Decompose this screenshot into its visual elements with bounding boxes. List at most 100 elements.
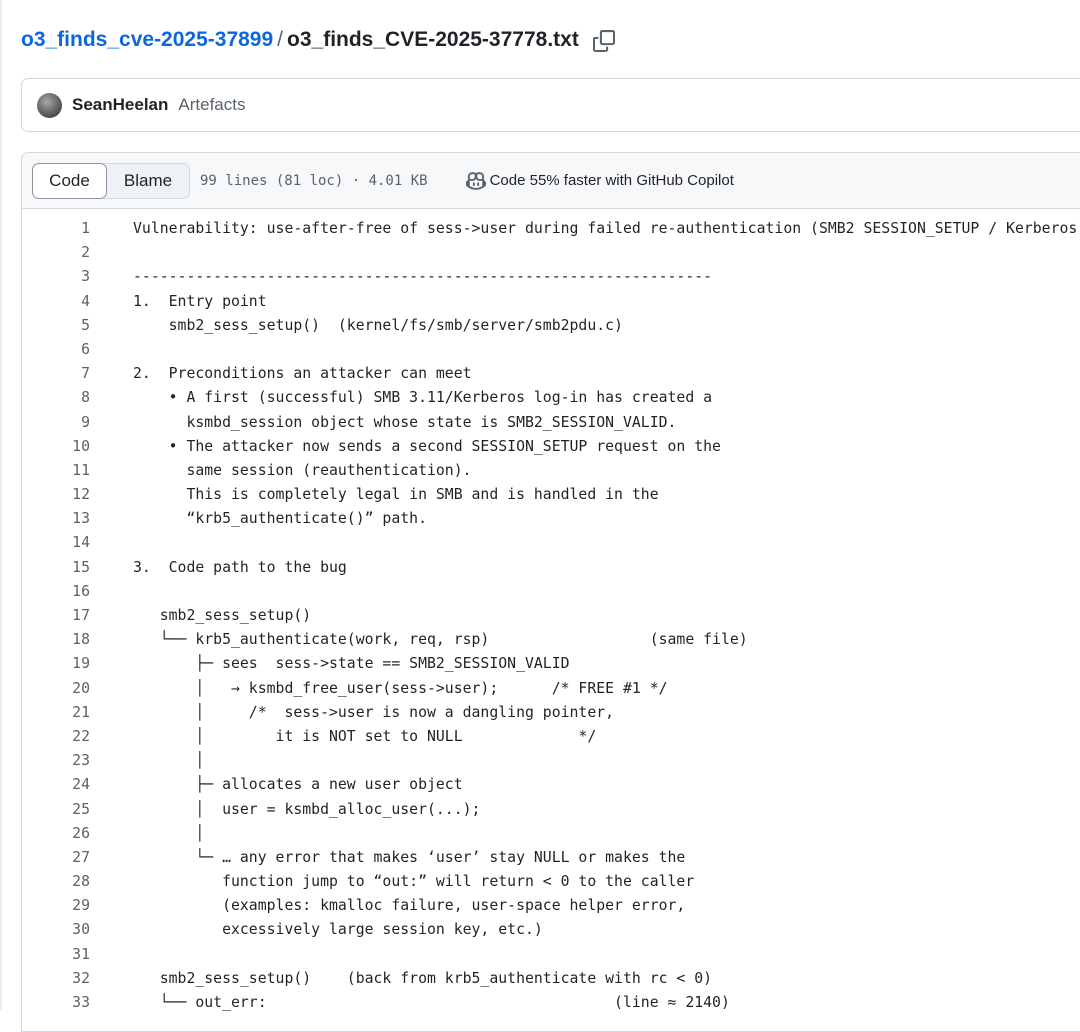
line-text: smb2_sess_setup() (kernel/fs/smb/server/… bbox=[133, 316, 623, 334]
code-line: 22 │ it is NOT set to NULL */ bbox=[22, 725, 1080, 749]
line-text: ├─ sees sess->state == SMB2_SESSION_VALI… bbox=[133, 655, 570, 673]
line-text: └─ … any error that makes ‘user’ stay NU… bbox=[133, 848, 686, 866]
code-line: 7 2. Preconditions an attacker can meet bbox=[22, 362, 1080, 386]
code-line: 6 bbox=[22, 338, 1080, 362]
copy-icon[interactable] bbox=[592, 30, 615, 52]
line-text bbox=[90, 943, 133, 967]
line-number[interactable]: 20 bbox=[22, 677, 90, 701]
code-listing: 1 Vulnerability: use-after-free of sess->… bbox=[22, 217, 1080, 1015]
code-line: 5 smb2_sess_setup() (kernel/fs/smb/serve… bbox=[22, 314, 1080, 338]
code-line: 28 function jump to “out:” will return <… bbox=[22, 870, 1080, 894]
page-left-border bbox=[0, 0, 2, 1011]
line-number[interactable]: 19 bbox=[22, 652, 90, 676]
code-line: 33 └── out_err: (line ≈ 2140) bbox=[22, 991, 1080, 1015]
line-text: │ /* sess->user is now a dangling pointe… bbox=[133, 703, 615, 721]
code-line: 15 3. Code path to the bug bbox=[22, 556, 1080, 580]
line-number[interactable]: 5 bbox=[22, 314, 90, 338]
code-line: 14 bbox=[22, 531, 1080, 555]
line-text: • The attacker now sends a second SESSIO… bbox=[133, 437, 721, 455]
copilot-icon bbox=[465, 171, 486, 190]
code-line: 1 Vulnerability: use-after-free of sess->… bbox=[22, 217, 1080, 241]
line-text: Vulnerability: use-after-free of sess->u… bbox=[133, 220, 1080, 237]
line-text: ----------------------------------------… bbox=[133, 268, 713, 286]
code-line: 11 same session (reauthentication). bbox=[22, 459, 1080, 483]
line-text bbox=[90, 531, 133, 555]
line-text: │ bbox=[133, 824, 205, 842]
line-number[interactable]: 3 bbox=[22, 265, 90, 289]
code-line: 23 │ bbox=[22, 749, 1080, 773]
line-number[interactable]: 24 bbox=[22, 773, 90, 797]
code-line: 17 smb2_sess_setup() bbox=[22, 604, 1080, 628]
copilot-promo-text: Code 55% faster with GitHub Copilot bbox=[489, 172, 734, 189]
line-number[interactable]: 21 bbox=[22, 701, 90, 725]
line-text: This is completely legal in SMB and is h… bbox=[133, 486, 659, 504]
line-number[interactable]: 25 bbox=[22, 798, 90, 822]
code-line: 2 bbox=[22, 241, 1080, 265]
line-text: └── out_err: (line ≈ 2140) bbox=[133, 994, 730, 1011]
line-number[interactable]: 8 bbox=[22, 386, 90, 410]
line-number[interactable]: 9 bbox=[22, 411, 90, 435]
line-text: smb2_sess_setup() (back from krb5_authen… bbox=[133, 969, 713, 987]
line-number[interactable]: 31 bbox=[22, 943, 90, 967]
line-number[interactable]: 12 bbox=[22, 483, 90, 507]
line-text: • A first (successful) SMB 3.11/Kerberos… bbox=[133, 389, 713, 407]
line-number[interactable]: 13 bbox=[22, 507, 90, 531]
latest-commit-box: SeanHeelan Artefacts bbox=[21, 78, 1080, 132]
line-text: └── krb5_authenticate(work, req, rsp) (s… bbox=[133, 631, 748, 649]
line-number[interactable]: 22 bbox=[22, 725, 90, 749]
breadcrumb-repo-link[interactable]: o3_finds_cve-2025-37899 bbox=[21, 26, 273, 54]
code-line: 10 • The attacker now sends a second SES… bbox=[22, 435, 1080, 459]
code-line: 20 │ → ksmbd_free_user(sess->user); /* F… bbox=[22, 677, 1080, 701]
code-line: 24 ├─ allocates a new user object bbox=[22, 773, 1080, 797]
line-text: 1. Entry point bbox=[133, 292, 267, 310]
line-number[interactable]: 1 bbox=[22, 217, 90, 241]
line-number[interactable]: 29 bbox=[22, 894, 90, 918]
line-number[interactable]: 4 bbox=[22, 290, 90, 314]
code-line: 31 bbox=[22, 943, 1080, 967]
line-number[interactable]: 6 bbox=[22, 338, 90, 362]
line-number[interactable]: 26 bbox=[22, 822, 90, 846]
copilot-promo-link[interactable]: Code 55% faster with GitHub Copilot bbox=[465, 171, 734, 191]
line-text: │ it is NOT set to NULL */ bbox=[133, 727, 597, 745]
breadcrumb-separator: / bbox=[277, 28, 284, 51]
line-number[interactable]: 11 bbox=[22, 459, 90, 483]
line-number[interactable]: 15 bbox=[22, 556, 90, 580]
line-number[interactable]: 28 bbox=[22, 870, 90, 894]
line-number[interactable]: 32 bbox=[22, 967, 90, 991]
line-number[interactable]: 7 bbox=[22, 362, 90, 386]
tab-code[interactable]: Code bbox=[32, 162, 107, 199]
line-text bbox=[90, 241, 133, 265]
code-line: 27 └─ … any error that makes ‘user’ stay… bbox=[22, 846, 1080, 870]
commit-author-link[interactable]: SeanHeelan bbox=[72, 95, 168, 115]
line-text: │ → ksmbd_free_user(sess->user); /* FREE… bbox=[133, 679, 668, 697]
line-text: (examples: kmalloc failure, user-space h… bbox=[133, 897, 686, 915]
code-line: 19 ├─ sees sess->state == SMB2_SESSION_V… bbox=[22, 652, 1080, 676]
tab-blame[interactable]: Blame bbox=[107, 164, 189, 198]
line-number[interactable]: 27 bbox=[22, 846, 90, 870]
code-line: 18 └── krb5_authenticate(work, req, rsp)… bbox=[22, 628, 1080, 652]
line-number[interactable]: 2 bbox=[22, 241, 90, 265]
line-number[interactable]: 18 bbox=[22, 628, 90, 652]
line-text: ksmbd_session object whose state is SMB2… bbox=[133, 413, 677, 431]
line-text: 2. Preconditions an attacker can meet bbox=[133, 365, 472, 383]
code-line: 16 bbox=[22, 580, 1080, 604]
commit-message-link[interactable]: Artefacts bbox=[178, 95, 245, 115]
avatar[interactable] bbox=[37, 92, 62, 118]
line-text: same session (reauthentication). bbox=[133, 461, 472, 479]
code-line: 21 │ /* sess->user is now a dangling poi… bbox=[22, 701, 1080, 725]
line-number[interactable]: 30 bbox=[22, 918, 90, 942]
code-line: 26 │ bbox=[22, 822, 1080, 846]
code-line: 4 1. Entry point bbox=[22, 290, 1080, 314]
line-number[interactable]: 14 bbox=[22, 531, 90, 555]
line-number[interactable]: 23 bbox=[22, 749, 90, 773]
code-line: 30 excessively large session key, etc.) bbox=[22, 918, 1080, 942]
line-number[interactable]: 10 bbox=[22, 435, 90, 459]
file-viewer: Code Blame 99 lines (81 loc) · 4.01 KB C… bbox=[21, 152, 1080, 1032]
code-line: 9 ksmbd_session object whose state is SM… bbox=[22, 411, 1080, 435]
line-number[interactable]: 17 bbox=[22, 604, 90, 628]
line-text bbox=[90, 580, 133, 604]
line-text: “krb5_authenticate()” path. bbox=[133, 510, 427, 528]
code-line: 13 “krb5_authenticate()” path. bbox=[22, 507, 1080, 531]
line-number[interactable]: 33 bbox=[22, 991, 90, 1015]
line-number[interactable]: 16 bbox=[22, 580, 90, 604]
